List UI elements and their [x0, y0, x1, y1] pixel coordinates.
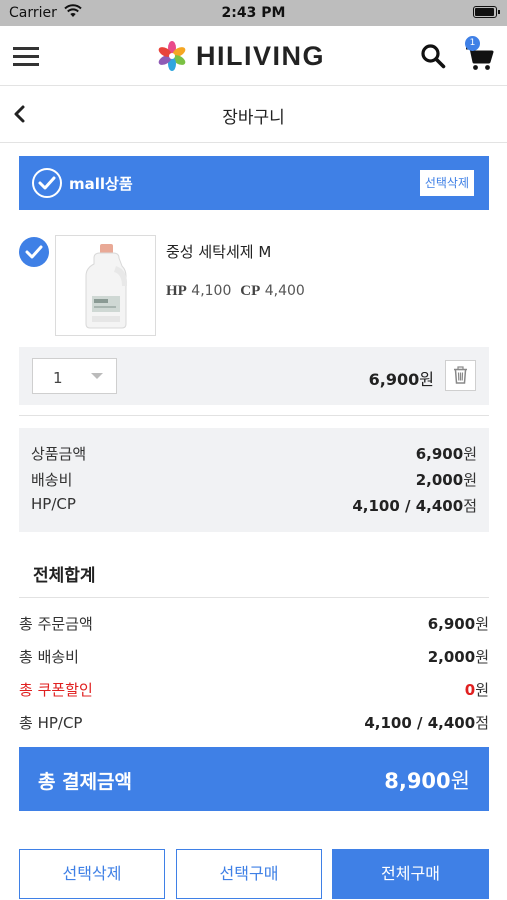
check-icon: [25, 245, 43, 259]
line-price-value: 6,900: [368, 370, 420, 389]
summary-amount: 4,100 / 4,400: [352, 497, 464, 515]
total-unit: 점: [475, 714, 489, 732]
summary-row-product-amount: 상품금액 6,900원: [31, 443, 477, 467]
cart-count-badge: 1: [465, 36, 480, 51]
logo-text: HILIVING: [196, 40, 326, 71]
delete-item-button[interactable]: [445, 360, 476, 391]
total-unit: 원: [475, 681, 489, 699]
menu-icon[interactable]: [13, 45, 39, 67]
page-title: 장바구니: [222, 108, 285, 128]
grand-total-unit: 원: [450, 769, 470, 793]
summary-amount: 6,900: [415, 445, 464, 463]
total-value: 2,000원: [428, 646, 489, 667]
total-amount: 0: [464, 681, 476, 699]
summary-unit: 원: [463, 471, 477, 489]
line-price-unit: 원: [419, 370, 434, 389]
grand-total-label: 총 결제금액: [38, 771, 133, 793]
total-label: 총 주문금액: [19, 615, 93, 633]
mall-section-bar: mall상품 선택삭제: [19, 156, 489, 210]
total-label: 총 쿠폰할인: [19, 681, 93, 699]
status-bar: Carrier 2:43 PM: [0, 0, 507, 26]
total-amount: 6,900: [427, 615, 476, 633]
summary-row-shipping: 배송비 2,000원: [31, 469, 477, 493]
total-amount: 4,100 / 4,400: [364, 714, 476, 732]
status-time: 2:43 PM: [221, 5, 286, 21]
total-row-shipping: 총 배송비 2,000원: [19, 646, 489, 670]
summary-value: 6,900원: [416, 443, 477, 464]
total-row-points: 총 HP/CP 4,100 / 4,400점: [19, 712, 489, 736]
summary-row-points: HP/CP 4,100 / 4,400점: [31, 495, 477, 519]
select-buy-button[interactable]: 선택구매: [176, 849, 322, 899]
cp-label: CP: [240, 283, 261, 299]
summary-unit: 점: [463, 497, 477, 515]
grand-total-value: 8,900원: [384, 765, 470, 795]
grand-total-bar: 총 결제금액 8,900원: [19, 747, 489, 811]
search-icon[interactable]: [420, 43, 446, 69]
summary-label: HP/CP: [31, 495, 76, 513]
total-label: 총 HP/CP: [19, 714, 83, 732]
summary-value: 2,000원: [416, 469, 477, 490]
summary-value: 4,100 / 4,400점: [352, 495, 477, 516]
total-value: 6,900원: [428, 613, 489, 634]
logo[interactable]: HILIVING: [156, 38, 325, 74]
summary-label: 상품금액: [31, 445, 87, 463]
product-thumbnail[interactable]: [55, 235, 156, 336]
total-unit: 원: [475, 615, 489, 633]
app-header: HILIVING 1: [0, 26, 507, 86]
trash-icon: [454, 366, 467, 384]
total-amount: 2,000: [427, 648, 476, 666]
mall-select-all-checkbox[interactable]: [32, 168, 62, 198]
divider: [19, 415, 489, 416]
detergent-bottle-image: [85, 244, 128, 329]
hp-label: HP: [166, 283, 187, 299]
product-points: HP 4,100 CP 4,400: [166, 283, 305, 300]
summary-amount: 2,000: [415, 471, 464, 489]
hp-value: 4,100: [191, 283, 232, 299]
quantity-row: 1 6,900원: [19, 347, 489, 405]
product-name[interactable]: 중성 세탁세제 M: [166, 241, 271, 262]
quantity-value: 1: [53, 369, 63, 387]
caret-down-icon: [91, 373, 103, 379]
item-summary-box: 상품금액 6,900원 배송비 2,000원 HP/CP 4,100 / 4,4…: [19, 428, 489, 532]
total-label: 총 배송비: [19, 648, 79, 666]
select-delete-button[interactable]: 선택삭제: [19, 849, 165, 899]
line-price: 6,900원: [369, 366, 434, 390]
quantity-select[interactable]: 1: [32, 358, 117, 394]
grand-total-amount: 8,900: [384, 769, 451, 793]
summary-unit: 원: [463, 445, 477, 463]
divider: [19, 597, 489, 598]
item-checkbox[interactable]: [19, 237, 49, 267]
mall-select-delete-button[interactable]: 선택삭제: [419, 170, 474, 196]
total-value: 0원: [465, 679, 489, 700]
title-bar: 장바구니: [0, 86, 507, 143]
total-row-coupon: 총 쿠폰할인 0원: [19, 679, 489, 703]
buy-all-button[interactable]: 전체구매: [332, 849, 489, 899]
mall-section-label: mall상품: [69, 175, 133, 193]
battery-icon: [473, 6, 500, 18]
total-value: 4,100 / 4,400점: [364, 712, 489, 733]
logo-flower-icon: [158, 41, 186, 71]
total-unit: 원: [475, 648, 489, 666]
summary-label: 배송비: [31, 471, 73, 489]
totals-heading: 전체합계: [33, 566, 96, 586]
cp-value: 4,400: [264, 283, 305, 299]
check-icon: [38, 176, 56, 190]
total-row-order-amount: 총 주문금액 6,900원: [19, 613, 489, 637]
